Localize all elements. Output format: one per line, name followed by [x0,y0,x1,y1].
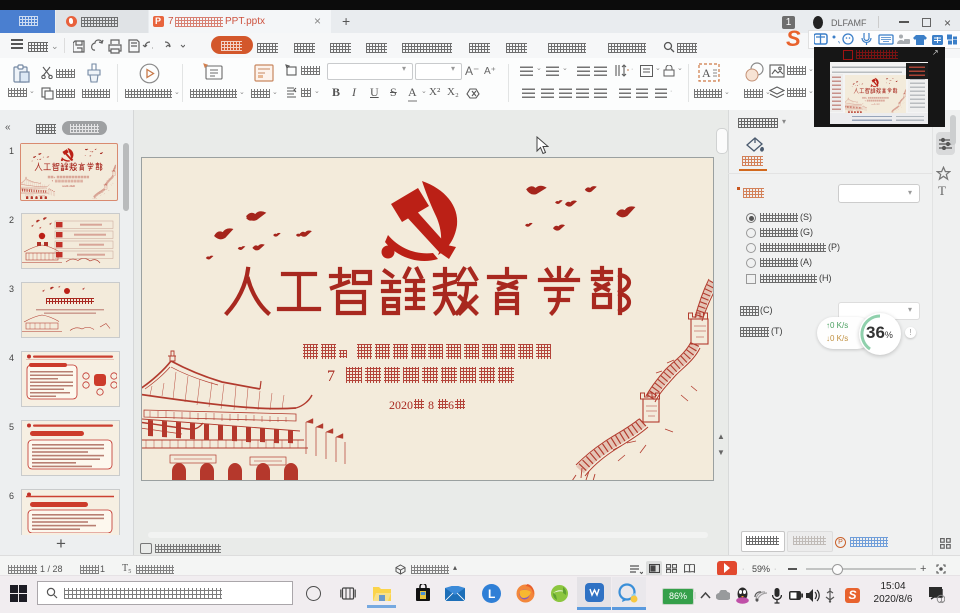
svg-text:A: A [702,66,711,80]
